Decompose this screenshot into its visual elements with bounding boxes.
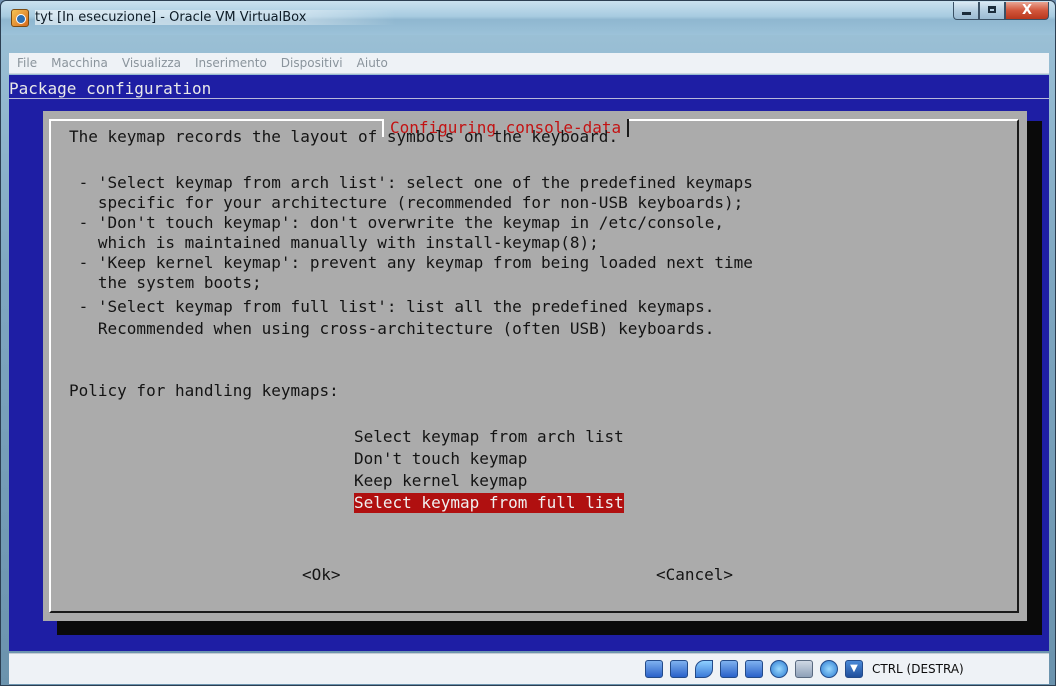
maximize-button[interactable]: [979, 2, 1005, 20]
choice-keep-kernel[interactable]: Keep kernel keymap: [354, 471, 527, 491]
cd-icon[interactable]: [820, 660, 838, 678]
description-line: Recommended when using cross-architectur…: [69, 319, 715, 338]
choice-full-list-selected[interactable]: Select keymap from full list: [354, 493, 624, 513]
usb-icon[interactable]: [670, 660, 688, 678]
close-icon: X: [1021, 3, 1033, 18]
ok-button[interactable]: <Ok>: [302, 565, 341, 585]
arrow-down-icon[interactable]: [845, 660, 863, 678]
menu-macchina[interactable]: Macchina: [51, 56, 108, 70]
description-line: - 'Don't touch keymap': don't overwrite …: [69, 213, 725, 232]
virtualbox-icon: [11, 9, 29, 27]
disk-icon[interactable]: [795, 660, 813, 678]
menu-visualizza[interactable]: Visualizza: [122, 56, 181, 70]
title-bar[interactable]: tyt [In esecuzione] - Oracle VM VirtualB…: [1, 1, 1055, 35]
description-line: The keymap records the layout of symbols…: [69, 127, 619, 146]
description-line: which is maintained manually with instal…: [69, 233, 599, 252]
guest-screen[interactable]: Package configuration Configuring consol…: [9, 75, 1049, 651]
cancel-button[interactable]: <Cancel>: [656, 565, 733, 585]
help-icon[interactable]: [645, 660, 663, 678]
description-line: - 'Keep kernel keymap': prevent any keym…: [69, 253, 753, 272]
host-key-label: CTRL (DESTRA): [872, 662, 964, 676]
description-line: - 'Select keymap from arch list': select…: [69, 173, 753, 192]
pen-icon[interactable]: [695, 660, 713, 678]
caption-buttons: X: [953, 2, 1049, 22]
close-button[interactable]: X: [1005, 2, 1049, 20]
package-configuration-header: Package configuration: [9, 79, 212, 98]
minimize-button[interactable]: [953, 2, 979, 20]
status-icons: CTRL (DESTRA): [645, 660, 964, 678]
menu-aiuto[interactable]: Aiuto: [357, 56, 388, 70]
header-divider: [9, 98, 1049, 99]
monitor-icon[interactable]: [745, 660, 763, 678]
description-line: - 'Select keymap from full list': list a…: [69, 297, 715, 316]
menu-file[interactable]: File: [17, 56, 37, 70]
status-bar: CTRL (DESTRA): [9, 653, 1049, 684]
folder-icon[interactable]: [720, 660, 738, 678]
menu-dispositivi[interactable]: Dispositivi: [281, 56, 343, 70]
menu-bar: File Macchina Visualizza Inserimento Dis…: [9, 53, 1049, 74]
menu-inserimento[interactable]: Inserimento: [195, 56, 267, 70]
config-dialog: Configuring console-data The keymap reco…: [43, 111, 1027, 621]
choice-arch-list[interactable]: Select keymap from arch list: [354, 427, 624, 447]
network-icon[interactable]: [770, 660, 788, 678]
choice-dont-touch[interactable]: Don't touch keymap: [354, 449, 527, 469]
virtualbox-window: tyt [In esecuzione] - Oracle VM VirtualB…: [0, 0, 1056, 686]
window-title: tyt [In esecuzione] - Oracle VM VirtualB…: [35, 10, 397, 25]
description-line: specific for your architecture (recommen…: [69, 193, 744, 212]
policy-prompt: Policy for handling keymaps:: [69, 381, 339, 400]
description-line: the system boots;: [69, 273, 262, 292]
